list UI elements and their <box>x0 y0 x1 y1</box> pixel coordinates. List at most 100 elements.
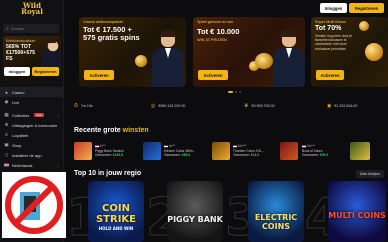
game-card[interactable]: ELECTRIC COINS <box>248 181 304 242</box>
banner-subtitle: Casino welkomstpakket <box>83 20 123 24</box>
game-title: COIN STRIKE <box>95 203 137 225</box>
shop-icon: ▣ <box>4 142 9 147</box>
sidebar-item-label: Collecties <box>12 112 30 118</box>
banner-subtitle: Speel gewoon en win <box>197 20 234 24</box>
coin-image <box>365 43 383 61</box>
game-card[interactable]: PIGGY BANK <box>167 181 223 242</box>
sidebar-register-button[interactable]: Registreren <box>32 67 59 76</box>
recent-win-item[interactable]: la*** Electric Coins Ultim... Gewonnen: … <box>143 140 195 162</box>
sidebar-item-casino[interactable]: ♠ Casino <box>0 87 64 97</box>
game-card[interactable]: MULTI COINS <box>328 181 386 242</box>
logo-bottom: Royal <box>21 7 43 16</box>
game-thumbnail[interactable] <box>350 142 370 160</box>
banner-activate-button[interactable]: Activeren <box>316 70 344 80</box>
sidebar-item-challenges[interactable]: ♛ Uitdagingen & toernooien <box>0 120 64 130</box>
coin-image <box>359 21 369 31</box>
banner-description: Verdien nog meer door je favoriete bonus… <box>315 34 353 51</box>
sidebar-item-label: Shop <box>12 142 22 148</box>
sidebar-item-collections[interactable]: ▦ Collecties new ⌄ <box>0 110 64 120</box>
promo-subtitle: Welkomstpakket <box>6 38 36 43</box>
view-all-button[interactable]: Alles bekijken <box>356 170 384 178</box>
sidebar-item-loyalty[interactable]: ♕ Loyaliteit <box>0 130 64 140</box>
stat-value: 7m 19s <box>80 104 93 108</box>
game-card[interactable]: COIN STRIKE HOLD AND WIN <box>88 181 144 242</box>
live-icon: ◉ <box>4 99 9 104</box>
banner-person-image <box>152 30 184 87</box>
sidebar-login-button[interactable]: Inloggen <box>4 67 30 76</box>
search-icon: ⌕ <box>6 25 9 32</box>
flag-icon <box>95 144 99 148</box>
crown-icon: ♕ <box>4 132 9 137</box>
piggy-bank-image <box>255 53 273 69</box>
banner-welcome[interactable]: Casino welkomstpakket Tot € 17.500 + 575… <box>79 17 186 87</box>
header-register-button[interactable]: Registreren <box>349 3 384 13</box>
banner-play-win[interactable]: Speel gewoon en win Tot € 10.000 WIN JE … <box>193 17 305 87</box>
recent-win-item[interactable]: Ho*** Book of Dawn Gewonnen: €90.9 <box>302 140 328 162</box>
search-bar[interactable]: ⌕ <box>3 24 59 33</box>
sidebar-item-shop[interactable]: ▣ Shop <box>0 140 64 150</box>
amount-label: Gewonnen: <box>233 153 250 158</box>
flag-icon <box>164 144 168 148</box>
stat-payout: ◉ €1.292.818.00 <box>327 103 357 109</box>
carousel-dots[interactable] <box>228 91 241 93</box>
amount-label: Gewonnen: <box>95 153 112 158</box>
heading-text: Recente grote <box>74 127 121 134</box>
game-thumbnail <box>143 142 161 160</box>
sidebar-item-install-app[interactable]: ▯ Installeer de app <box>0 150 64 160</box>
game-title: ELECTRIC COINS <box>254 213 298 231</box>
trophy-icon: ♛ <box>4 122 9 127</box>
coin-image <box>135 55 147 67</box>
amount-value: €433.8 <box>112 153 123 158</box>
chevron-down-icon: ⌄ <box>56 112 60 118</box>
recent-win-item[interactable]: Mo*** Thunder Coins XXL... Gewonnen: €14… <box>212 140 265 162</box>
new-badge: new <box>34 113 44 117</box>
winner-name: Ho*** <box>307 144 316 149</box>
game-title: MULTI COINS <box>328 211 386 220</box>
amount-label: Gewonnen: <box>164 153 181 158</box>
game-thumbnail <box>212 142 230 160</box>
sidebar-item-live[interactable]: ◉ Live <box>0 97 64 107</box>
amount-value: €68.6 <box>181 153 191 158</box>
chevron-down-icon: ⌄ <box>56 162 60 168</box>
promo-person-hair <box>46 38 56 43</box>
banner-multi-bonus[interactable]: Super Multi Bonus Tot 70% Verdien nog me… <box>311 17 388 87</box>
stat-total: ◎ €989.143.292.00 <box>151 103 185 109</box>
logo[interactable]: Wild Royal <box>13 2 51 16</box>
flag-icon <box>302 144 306 148</box>
collections-icon: ▦ <box>4 112 9 117</box>
top10-heading: Top 10 in jouw regio <box>74 170 142 177</box>
flag-icon <box>4 162 9 168</box>
game-thumbnail[interactable] <box>280 142 298 160</box>
recent-win-item[interactable]: b*** Piggy Bank Scratch Gewonnen: €433.8 <box>74 140 124 162</box>
banner-title: Tot € 10.000 <box>197 27 240 36</box>
banner-activate-button[interactable]: Activeren <box>84 70 114 80</box>
recent-wins-heading: Recente grote winsten <box>74 127 149 134</box>
winner-name: b*** <box>100 144 106 149</box>
casino-icon: ♠ <box>5 89 8 95</box>
sidebar-menu: ♠ Casino ◉ Live ▦ Collecties new ⌄ ♛ Uit… <box>0 87 64 170</box>
sidebar-item-label: Casino <box>12 89 25 95</box>
game-subtitle: HOLD AND WIN <box>98 226 134 231</box>
stat-time: ⏱ 7m 19s <box>74 103 93 109</box>
game-title: PIGGY BANK <box>167 215 223 224</box>
banner-activate-button[interactable]: Activeren <box>198 70 228 80</box>
amount-value: €90.9 <box>319 153 329 158</box>
banner-subtitle: Super Multi Bonus <box>315 20 347 24</box>
amount-label: Gewonnen: <box>302 153 319 158</box>
coins-icon: ◎ <box>151 103 156 109</box>
banner-small-text: WIN JE PRIJZEN <box>197 38 227 42</box>
sidebar-item-label: Loyaliteit <box>12 132 28 138</box>
search-input[interactable] <box>10 26 57 31</box>
winner-name: la*** <box>169 144 176 149</box>
winner-name: Mo*** <box>238 144 247 149</box>
banner-person-image <box>273 30 305 87</box>
trophy-icon: ♛ <box>244 103 249 109</box>
stat-value: €3.953.739.00 <box>251 104 275 108</box>
amount-value: €14.0 <box>250 153 260 158</box>
clock-icon: ⏱ <box>74 103 78 109</box>
sidebar-item-label: Live <box>12 99 20 105</box>
header-login-button[interactable]: Inloggen <box>320 3 347 13</box>
sidebar-item-label: Installeer de app <box>12 152 42 158</box>
age-restriction-badge <box>2 172 66 238</box>
sidebar-item-label: Uitdagingen & toernooien <box>12 122 58 128</box>
